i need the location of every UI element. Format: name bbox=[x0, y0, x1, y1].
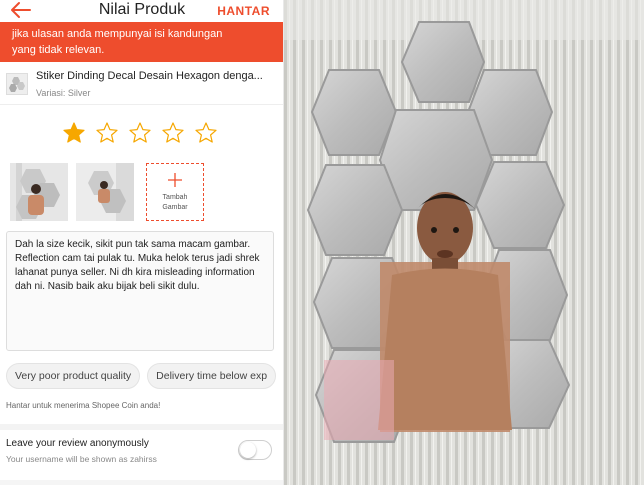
banner-line-2: yang tidak relevan. bbox=[12, 44, 105, 56]
plus-icon bbox=[167, 172, 183, 188]
product-variation: Variasi: Silver bbox=[36, 88, 91, 98]
star-icon-3[interactable] bbox=[128, 121, 152, 145]
coin-note: Hantar untuk menerima Shopee Coin anda! bbox=[6, 401, 161, 410]
anonymous-title: Leave your review anonymously bbox=[6, 438, 149, 449]
section-divider bbox=[0, 424, 284, 430]
quick-tags: Very poor product quality Delivery time b… bbox=[6, 363, 284, 389]
submit-button[interactable]: HANTAR bbox=[217, 4, 270, 18]
toggle-knob bbox=[240, 442, 256, 458]
mirror-photo bbox=[284, 0, 644, 485]
warning-banner: jika ulasan anda mempunyai isi kandungan… bbox=[0, 22, 284, 62]
star-icon-4[interactable] bbox=[161, 121, 185, 145]
tag-chip[interactable]: Very poor product quality bbox=[6, 363, 141, 389]
star-icon-5[interactable] bbox=[194, 121, 218, 145]
star-icon-2[interactable] bbox=[95, 121, 119, 145]
product-row: Stiker Dinding Decal Desain Hexagon deng… bbox=[0, 62, 284, 105]
product-thumbnail bbox=[6, 73, 28, 95]
star-icon-1[interactable] bbox=[62, 121, 86, 145]
banner-line-1: jika ulasan anda mempunyai isi kandungan bbox=[12, 28, 223, 40]
anonymous-toggle[interactable] bbox=[238, 440, 272, 460]
uploaded-photo-2[interactable] bbox=[76, 163, 134, 221]
product-name: Stiker Dinding Decal Desain Hexagon deng… bbox=[36, 70, 263, 82]
review-textarea[interactable]: Dah la size kecik, sikit pun tak sama ma… bbox=[6, 231, 274, 351]
anonymous-subtitle: Your username will be shown as zahirss bbox=[6, 454, 157, 464]
uploaded-photo-1[interactable] bbox=[10, 163, 68, 221]
add-photo-label: Tambah Gambar bbox=[162, 194, 188, 211]
mirror-photo-illustration bbox=[284, 0, 644, 485]
add-photo-button[interactable]: Tambah Gambar bbox=[146, 163, 204, 221]
review-screen: Nilai Produk HANTAR jika ulasan anda mem… bbox=[0, 0, 284, 485]
rating-section: Tambah Gambar Dah la size kecik, sikit p… bbox=[0, 105, 284, 480]
tag-chip[interactable]: Delivery time below exp bbox=[147, 363, 277, 389]
top-bar: Nilai Produk HANTAR bbox=[0, 0, 284, 22]
